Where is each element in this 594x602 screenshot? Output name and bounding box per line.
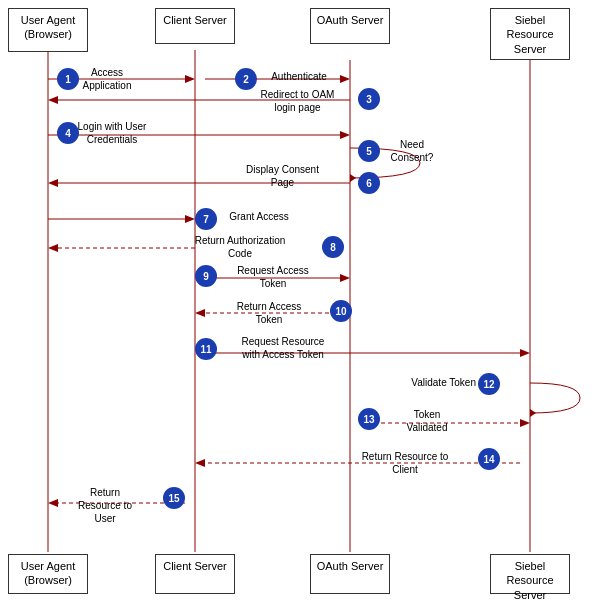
step-5-label: NeedConsent? xyxy=(382,138,442,164)
svg-marker-25 xyxy=(530,409,536,417)
step-4-circle: 4 xyxy=(57,122,79,144)
step-13-label: TokenValidated xyxy=(382,408,472,434)
step-15-circle: 15 xyxy=(163,487,185,509)
svg-marker-31 xyxy=(520,419,530,427)
svg-marker-11 xyxy=(340,131,350,139)
step-14-label: Return Resource toClient xyxy=(335,450,475,476)
svg-marker-18 xyxy=(48,244,58,252)
step-5-circle: 5 xyxy=(358,140,380,162)
step-2-circle: 2 xyxy=(235,68,257,90)
oauth-flow-diagram: User Agent(Browser) Client Server OAuth … xyxy=(0,0,594,602)
step-6-label: Display ConsentPage xyxy=(210,163,355,189)
step-12-circle: 12 xyxy=(478,373,500,395)
actor-oauth-server-top: OAuth Server xyxy=(310,8,390,44)
actor-siebel-top: SiebelResourceServer xyxy=(490,8,570,60)
step-9-circle: 9 xyxy=(195,265,217,287)
svg-marker-20 xyxy=(340,274,350,282)
step-1-circle: 1 xyxy=(57,68,79,90)
step-12-label: Validate Token xyxy=(382,376,476,389)
step-11-label: Request Resourcewith Access Token xyxy=(218,335,348,361)
step-3-label: Redirect to OAMlogin page xyxy=(240,88,355,114)
step-13-circle: 13 xyxy=(358,408,380,430)
step-11-circle: 11 xyxy=(195,338,217,360)
step-4-label: Login with UserCredentials xyxy=(72,120,152,146)
svg-marker-24 xyxy=(520,349,530,357)
svg-marker-27 xyxy=(195,459,205,467)
actor-user-agent-bottom: User Agent(Browser) xyxy=(8,554,88,594)
actor-user-agent-top: User Agent(Browser) xyxy=(8,8,88,52)
step-10-circle: 10 xyxy=(330,300,352,322)
step-1-label: AccessApplication xyxy=(72,66,142,92)
svg-marker-14 xyxy=(48,179,58,187)
svg-marker-7 xyxy=(340,75,350,83)
step-8-label: Return AuthorizationCode xyxy=(160,234,320,260)
step-2-label: Authenticate xyxy=(259,70,339,83)
actor-client-server-bottom: Client Server xyxy=(155,554,235,594)
actor-client-server-top: Client Server xyxy=(155,8,235,44)
step-9-label: Request AccessToken xyxy=(218,264,328,290)
actor-siebel-bottom: SiebelResourceServer xyxy=(490,554,570,594)
step-3-circle: 3 xyxy=(358,88,380,110)
step-15-label: ReturnResource toUser xyxy=(50,486,160,525)
svg-marker-16 xyxy=(185,215,195,223)
step-7-label: Grant Access xyxy=(219,210,299,223)
step-6-circle: 6 xyxy=(358,172,380,194)
step-7-circle: 7 xyxy=(195,208,217,230)
svg-marker-22 xyxy=(195,309,205,317)
step-10-label: Return AccessToken xyxy=(210,300,328,326)
svg-marker-5 xyxy=(185,75,195,83)
step-8-circle: 8 xyxy=(322,236,344,258)
svg-marker-9 xyxy=(48,96,58,104)
actor-oauth-server-bottom: OAuth Server xyxy=(310,554,390,594)
step-14-circle: 14 xyxy=(478,448,500,470)
